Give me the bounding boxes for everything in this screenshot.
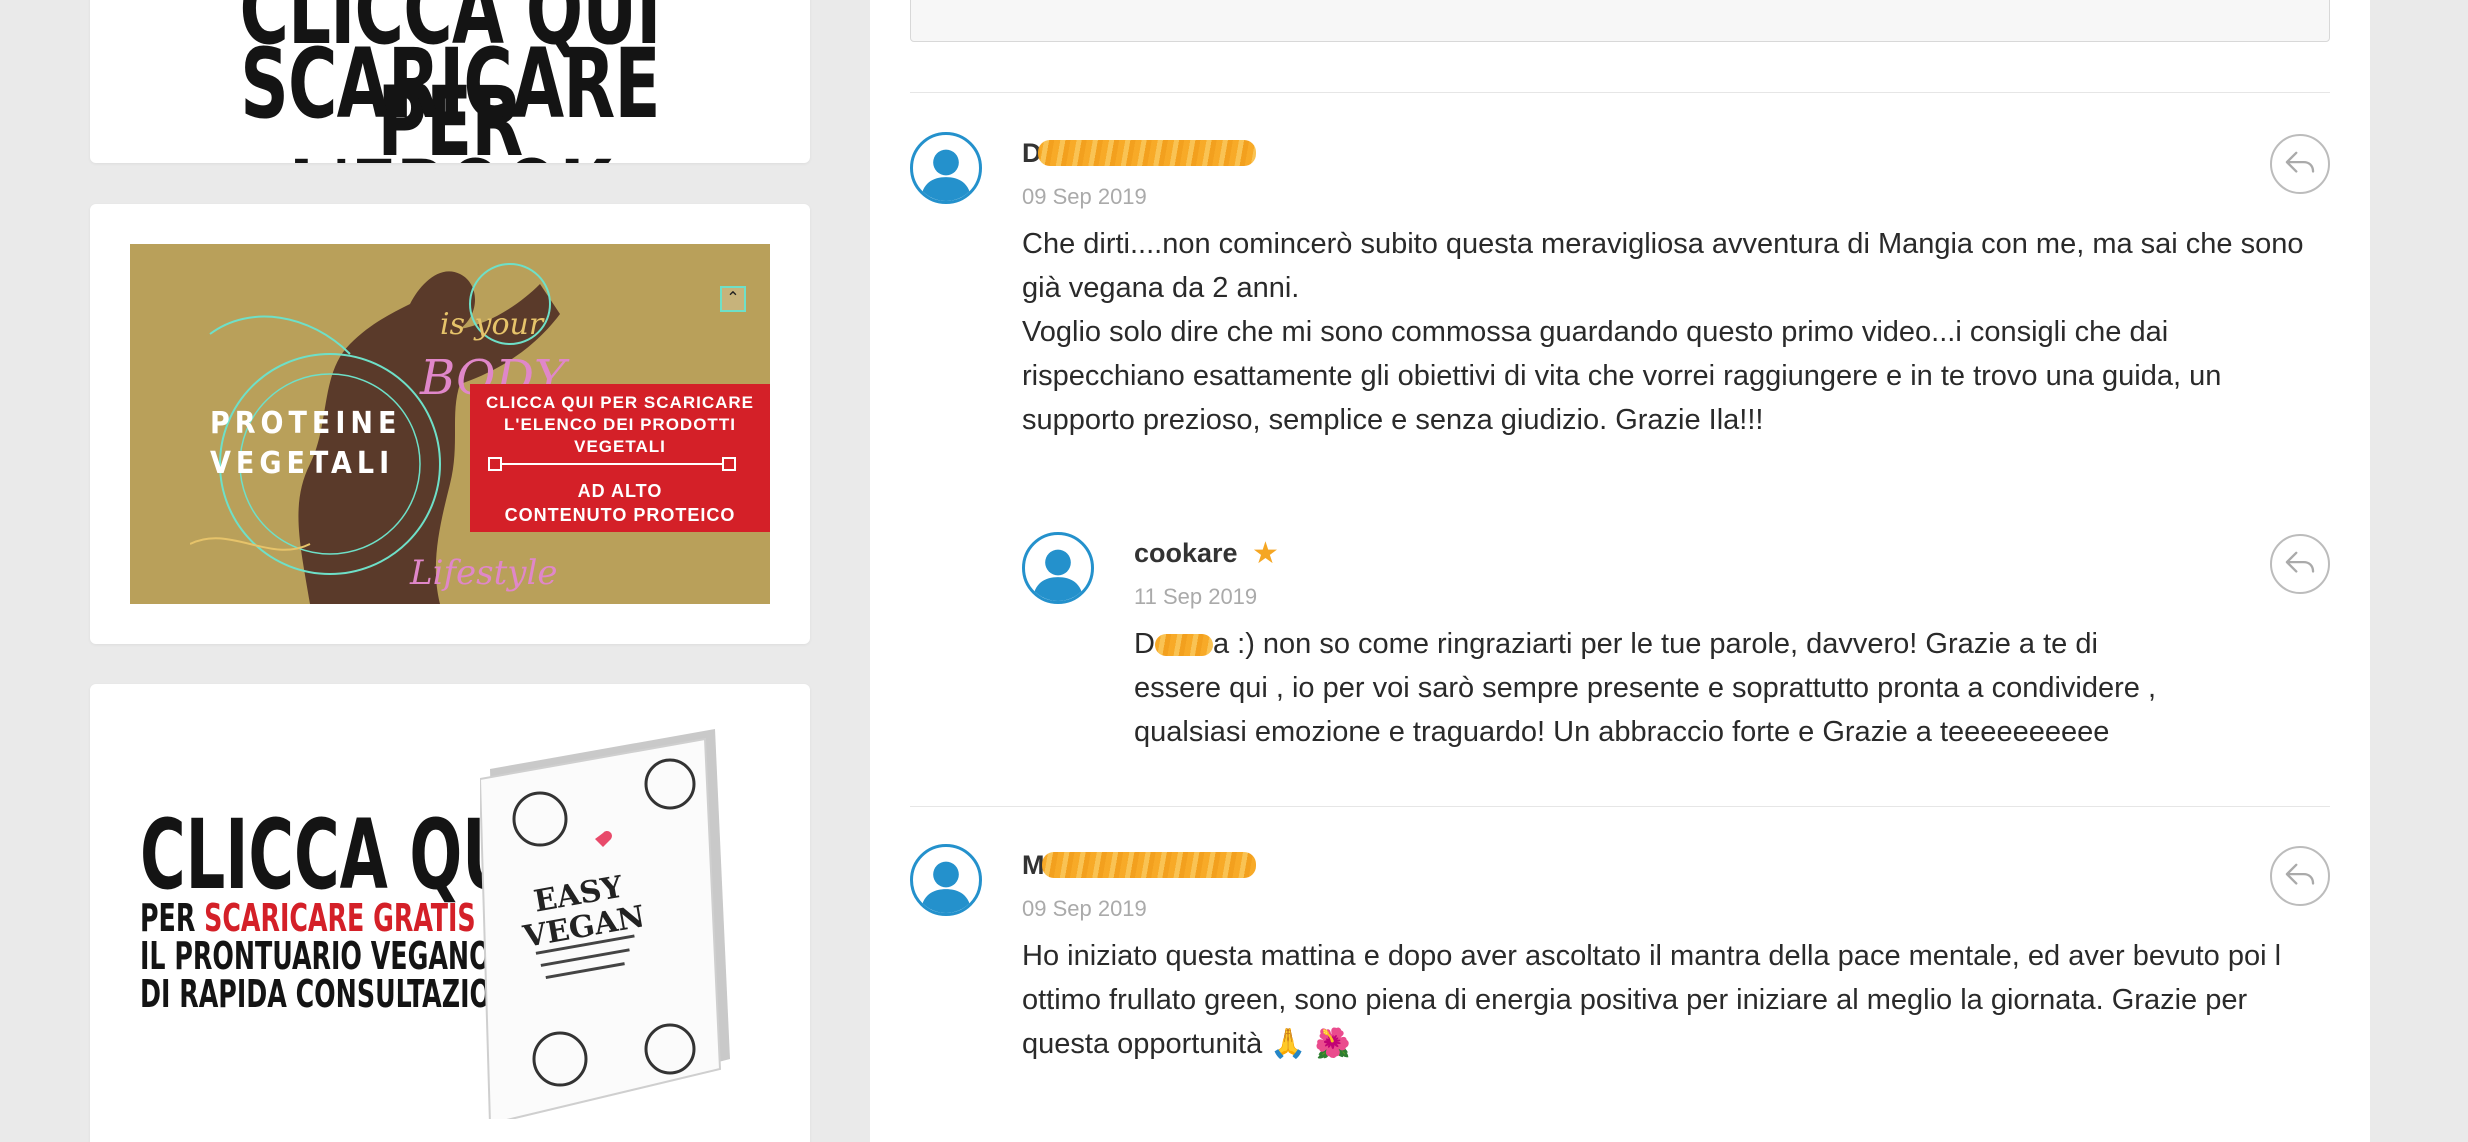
reply-text-prefix: D (1134, 628, 1155, 660)
comment-avatar (910, 844, 982, 916)
vegan-cta-heading[interactable]: CLICCA QUI (140, 799, 536, 911)
user-icon (920, 149, 972, 201)
reply-button[interactable] (2270, 134, 2330, 194)
comment-form[interactable] (910, 0, 2330, 42)
reply-button[interactable] (2270, 534, 2330, 594)
comment-date: 09 Sep 2019 (1022, 896, 1147, 921)
reply-icon (2285, 863, 2315, 885)
protein-cta-text: CLICCA QUI PER SCARICARE L'ELENCO DEI PR… (486, 393, 754, 456)
reply-icon (2285, 151, 2315, 173)
vegan-guide-widget[interactable]: CLICCA QUI PER SCARICARE GRATIS IL PRONT… (90, 684, 810, 1142)
reply-text-body: a :) non so come ringraziarti per le tue… (1134, 628, 2157, 748)
reply-avatar (1022, 532, 1094, 604)
vegan-cta-line4[interactable]: DI RAPIDA CONSULTAZIONE (140, 972, 529, 1016)
easy-vegan-book-image[interactable]: EASYVEGAN (480, 729, 740, 1119)
ebook-heading-line2[interactable]: SCARICARE L'EBOOK (169, 28, 731, 163)
ebook-widget[interactable]: CLICCA QUI PER SCARICARE L'EBOOK (90, 0, 810, 163)
redacted-name (1042, 852, 1256, 878)
reply-text: Da :) non so come ringraziarti per le tu… (1134, 622, 2164, 754)
user-icon (920, 861, 972, 913)
divider (910, 806, 2330, 807)
redacted-name (1038, 140, 1256, 166)
cta-divider (488, 457, 736, 471)
reply-icon (2285, 551, 2315, 573)
protein-widget: BODY is your Lifestyle PROTEINE VEGETALI… (90, 204, 810, 644)
author-star-icon: ★ (1252, 537, 1279, 570)
svg-text:is your: is your (440, 307, 545, 342)
reply-button[interactable] (2270, 846, 2330, 906)
reply-author[interactable]: cookare (1134, 538, 1238, 569)
protein-cta-subtext: AD ALTO CONTENUTO PROTEICO (504, 481, 736, 525)
protein-cta-box[interactable]: CLICCA QUI PER SCARICARE L'ELENCO DEI PR… (470, 384, 770, 532)
user-icon (1032, 549, 1084, 601)
redacted-name (1154, 634, 1213, 657)
comment-date: 09 Sep 2019 (1022, 184, 1147, 209)
divider (910, 92, 2330, 93)
svg-text:Lifestyle: Lifestyle (409, 553, 557, 593)
scroll-up-icon[interactable]: ⌃ (720, 286, 746, 312)
comment-text: Che dirti....non comincerò subito questa… (1022, 228, 2304, 436)
protein-title: PROTEINE VEGETALI (210, 406, 402, 481)
reply-date: 11 Sep 2019 (1134, 584, 1258, 609)
protein-banner[interactable]: BODY is your Lifestyle PROTEINE VEGETALI… (130, 244, 770, 604)
comment-avatar (910, 132, 982, 204)
comments-panel: D 09 Sep 2019 Che dirti....non comincerò… (870, 0, 2370, 1142)
comment-text: Ho iniziato questa mattina e dopo aver a… (1022, 940, 2282, 1060)
